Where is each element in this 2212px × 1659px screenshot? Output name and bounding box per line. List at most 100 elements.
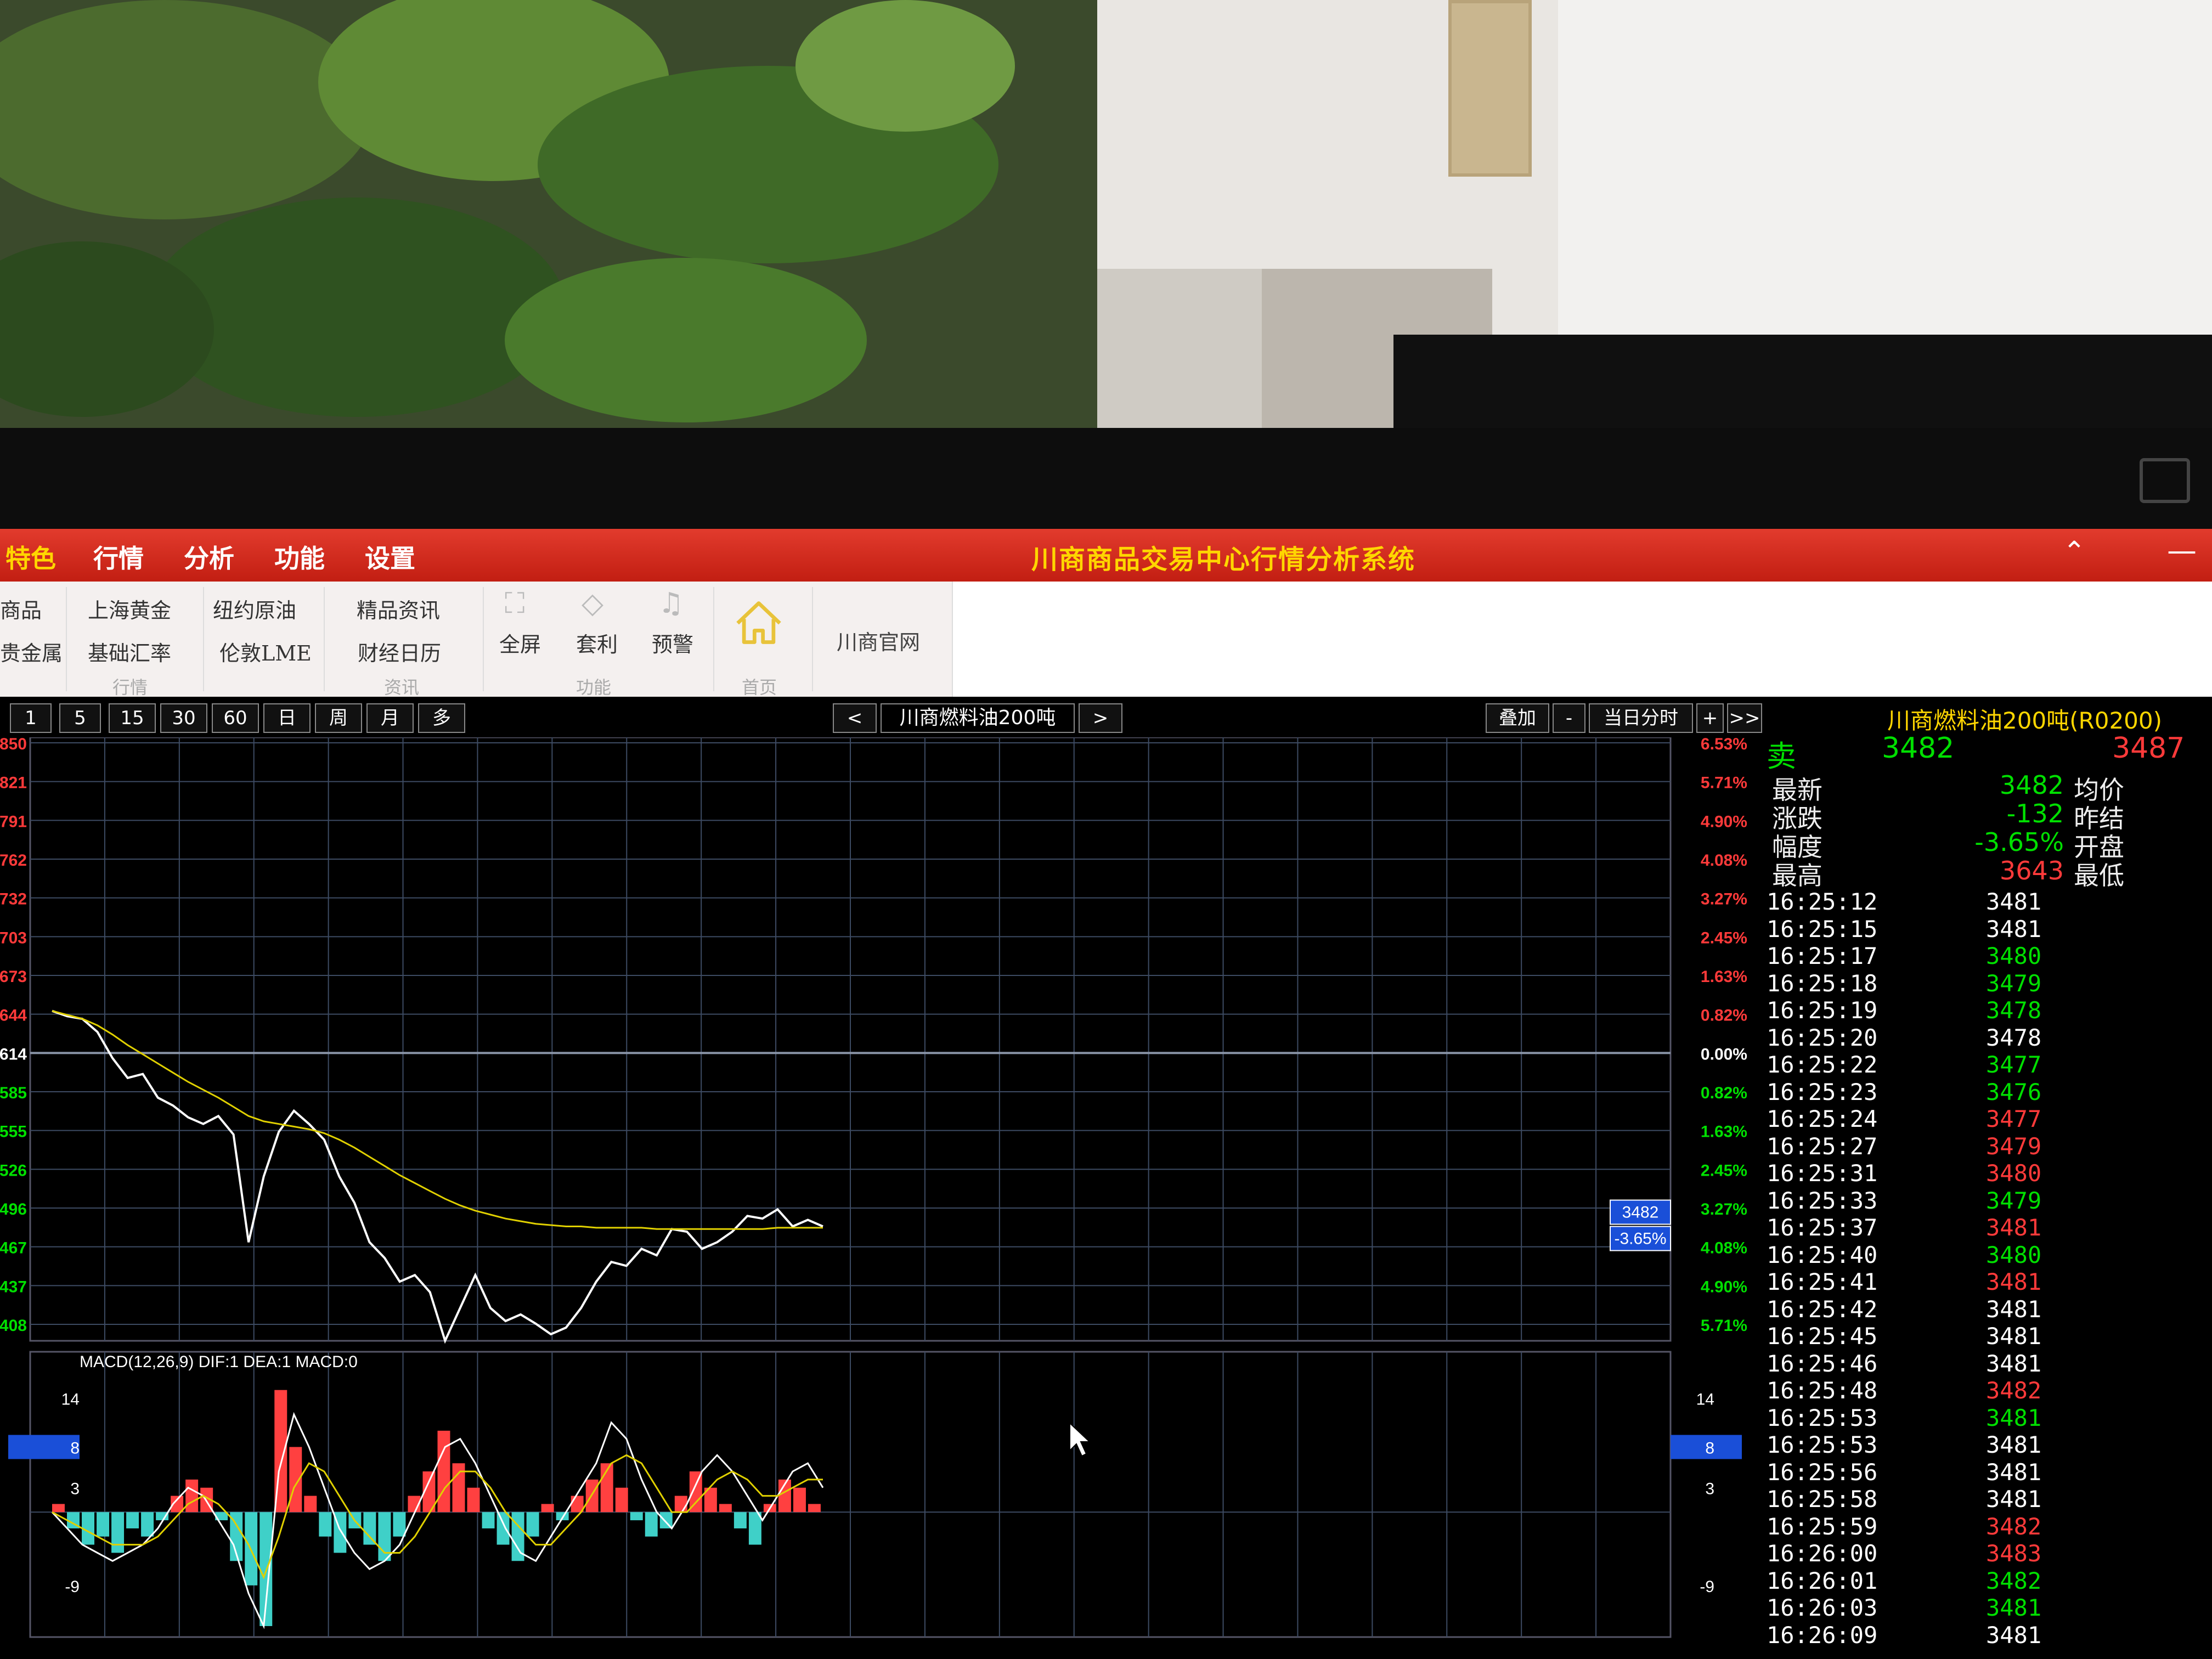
y-tick-label: 3703 xyxy=(0,929,27,947)
tick-price: 3479 xyxy=(1986,969,2042,997)
tick-time: 16:25:12 xyxy=(1767,888,1878,915)
period-60min[interactable]: 60 xyxy=(212,703,259,733)
tick-price: 3481 xyxy=(1986,1594,2042,1621)
ribbon-ny-crude[interactable]: 纽约原油 xyxy=(213,594,296,624)
tick-price: 3480 xyxy=(1986,943,2042,969)
tick-price: 3482 xyxy=(1986,1567,2042,1594)
tick-time: 16:25:58 xyxy=(1767,1486,1878,1513)
minimize-button[interactable]: — xyxy=(2167,533,2197,568)
tick-price: 3481 xyxy=(1986,1486,2042,1513)
tick-row: 16:25:20 3478 xyxy=(1767,1024,2212,1052)
separator xyxy=(812,587,813,691)
quote-row: 涨跌 -132 昨结 xyxy=(1767,799,2212,833)
chart-area[interactable]: 850 6.53% 821 5.71% 791 4.90% 762 4.08% 3732 3.27… xyxy=(0,737,1767,1659)
quote-row: 幅度 -3.65% 开盘 xyxy=(1767,827,2212,862)
ribbon-base-fx[interactable]: 基础汇率 xyxy=(88,636,171,667)
period-1min[interactable]: 1 xyxy=(10,703,52,733)
home-icon[interactable] xyxy=(732,596,785,648)
tick-row: 16:26:09 3481 xyxy=(1767,1622,2212,1649)
macd-bar xyxy=(393,1512,406,1537)
tick-time: 16:25:42 xyxy=(1767,1295,1878,1323)
fullscreen-button[interactable]: 全屏 xyxy=(499,628,541,658)
y-tick-label: 3408 xyxy=(0,1317,27,1335)
quote-label: 最高 xyxy=(1772,861,1822,890)
overlay-button[interactable]: 叠加 xyxy=(1486,703,1549,733)
ribbon-commodities[interactable]: 商品 xyxy=(0,594,42,624)
y-tick-label: 3673 xyxy=(0,968,27,986)
tick-time: 16:25:59 xyxy=(1767,1513,1878,1540)
macd-value-box xyxy=(8,1435,80,1459)
macd-bar xyxy=(645,1512,658,1537)
period-week[interactable]: 周 xyxy=(315,703,362,733)
macd-tick-label: -9 xyxy=(1700,1578,1714,1596)
macd-bar xyxy=(467,1487,480,1513)
menu-functions[interactable]: 功能 xyxy=(274,539,325,575)
menu-analysis[interactable]: 分析 xyxy=(184,539,234,575)
tick-row: 16:25:42 3481 xyxy=(1767,1296,2212,1323)
next-symbol-button[interactable]: > xyxy=(1079,703,1122,733)
expand-button[interactable]: >> xyxy=(1727,703,1762,733)
zoom-out-button[interactable]: - xyxy=(1553,703,1585,733)
official-site-link[interactable]: 川商官网 xyxy=(837,625,920,656)
macd-bar xyxy=(452,1463,465,1513)
last-price-label: 3482 xyxy=(1622,1204,1659,1222)
y-tick-label: 3555 xyxy=(0,1123,27,1141)
prev-symbol-button[interactable]: < xyxy=(833,703,877,733)
ribbon-precious-metals[interactable]: 贵金属 xyxy=(0,636,63,667)
macd-bar xyxy=(319,1512,332,1537)
intraday-button[interactable]: 当日分时 xyxy=(1589,703,1693,733)
macd-bar xyxy=(482,1512,495,1528)
bid-price: 3482 xyxy=(1882,732,1955,765)
tick-row: 16:25:59 3482 xyxy=(1767,1513,2212,1541)
tick-time: 16:26:03 xyxy=(1767,1594,1878,1621)
ribbon-shanghai-gold[interactable]: 上海黄金 xyxy=(88,594,171,624)
tick-price: 3477 xyxy=(1986,1105,2042,1132)
period-multi[interactable]: 多 xyxy=(418,703,465,733)
y-tick-label-pct: 2.45% xyxy=(1701,1161,1747,1180)
tick-time: 16:25:37 xyxy=(1767,1214,1878,1241)
tick-row: 16:25:31 3480 xyxy=(1767,1160,2212,1187)
ribbon-london-lme[interactable]: 伦敦LME xyxy=(219,636,312,667)
fullscreen-icon: ⛶ xyxy=(505,587,525,620)
menu-settings[interactable]: 设置 xyxy=(365,539,415,575)
y-tick-label: 3644 xyxy=(0,1007,27,1025)
y-tick-label-pct: 0.82% xyxy=(1701,1084,1747,1102)
y-tick-label-pct: 1.63% xyxy=(1701,968,1747,986)
alert-button[interactable]: 预警 xyxy=(652,628,693,658)
tick-price: 3481 xyxy=(1986,1350,2042,1377)
period-5min[interactable]: 5 xyxy=(59,703,101,733)
zoom-in-button[interactable]: + xyxy=(1696,703,1724,733)
tick-time: 16:26:01 xyxy=(1767,1567,1878,1594)
tick-row: 16:25:19 3478 xyxy=(1767,997,2212,1024)
tick-price: 3481 xyxy=(1986,1404,2042,1431)
menu-quotes[interactable]: 行情 xyxy=(93,539,144,575)
period-30min[interactable]: 30 xyxy=(160,703,207,733)
tick-time: 16:25:19 xyxy=(1767,997,1878,1024)
period-15min[interactable]: 15 xyxy=(109,703,156,733)
tick-row: 16:25:18 3479 xyxy=(1767,970,2212,997)
office-wall-bright xyxy=(1558,0,2212,351)
period-month[interactable]: 月 xyxy=(366,703,414,733)
ribbon-premium-news[interactable]: 精品资讯 xyxy=(357,594,440,624)
macd-bar xyxy=(185,1479,199,1513)
tick-time: 16:25:53 xyxy=(1767,1431,1878,1458)
intraday-chart[interactable]: 850 6.53% 821 5.71% 791 4.90% 762 4.08% 3732 3.27… xyxy=(0,737,1767,1659)
macd-bar xyxy=(111,1512,125,1553)
ribbon-econ-calendar[interactable]: 财经日历 xyxy=(358,636,441,667)
y-tick-label: 821 xyxy=(0,774,27,792)
macd-tick-label: -9 xyxy=(65,1578,80,1596)
tick-price: 3476 xyxy=(1986,1078,2042,1105)
menu-featured[interactable]: 特色 xyxy=(5,539,56,575)
macd-bar xyxy=(496,1512,510,1545)
tick-time: 16:25:17 xyxy=(1767,943,1878,969)
tick-time: 16:26:09 xyxy=(1767,1621,1878,1649)
macd-bar xyxy=(97,1512,110,1537)
period-day[interactable]: 日 xyxy=(263,703,311,733)
group-label-quotes: 行情 xyxy=(112,677,148,698)
arbitrage-button[interactable]: 套利 xyxy=(576,628,618,658)
tick-time: 16:25:31 xyxy=(1767,1160,1878,1187)
y-tick-label-pct: 3.27% xyxy=(1701,1200,1747,1218)
tick-price: 3482 xyxy=(1986,1513,2042,1540)
y-tick-label: 3496 xyxy=(0,1200,27,1218)
collapse-ribbon-button[interactable]: ⌃ xyxy=(2063,535,2086,567)
